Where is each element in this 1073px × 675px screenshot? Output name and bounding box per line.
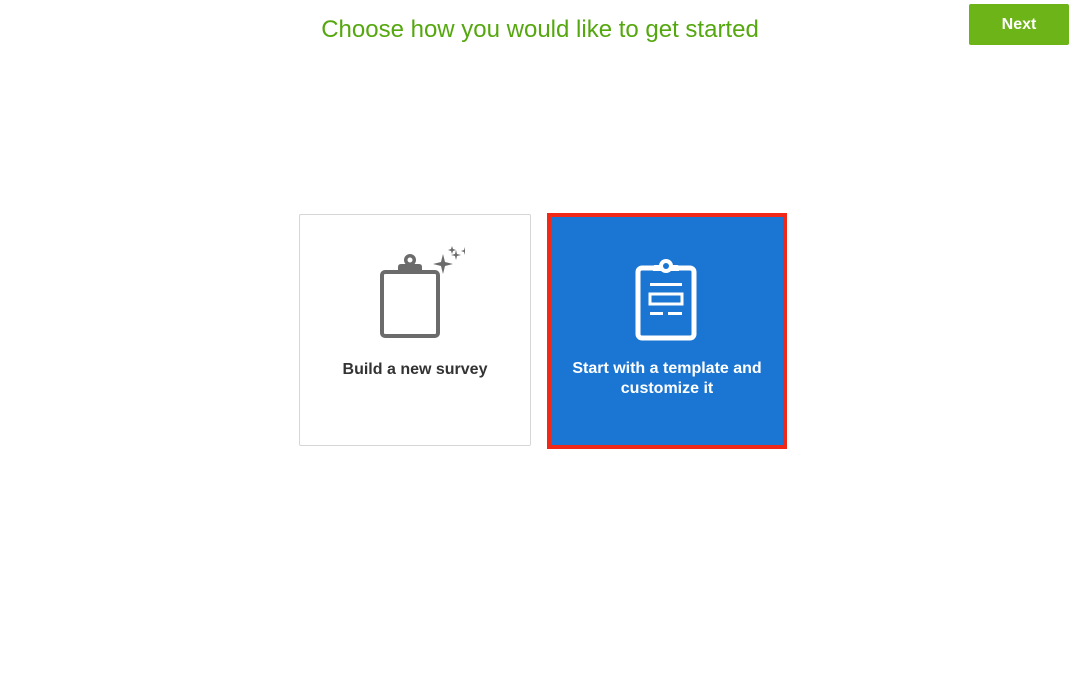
- build-new-survey-card[interactable]: Build a new survey: [299, 214, 531, 446]
- build-new-survey-label: Build a new survey: [342, 361, 488, 378]
- clipboard-sparkle-icon: [380, 246, 465, 338]
- start-with-template-label: Start with a template and customize it: [572, 360, 762, 397]
- page-title: Choose how you would like to get started: [321, 16, 759, 43]
- clipboard-template-icon: [635, 259, 697, 341]
- next-button[interactable]: Next: [969, 4, 1069, 45]
- page: Choose how you would like to get started…: [0, 0, 1073, 675]
- start-with-template-card[interactable]: Start with a template and customize it: [547, 213, 787, 449]
